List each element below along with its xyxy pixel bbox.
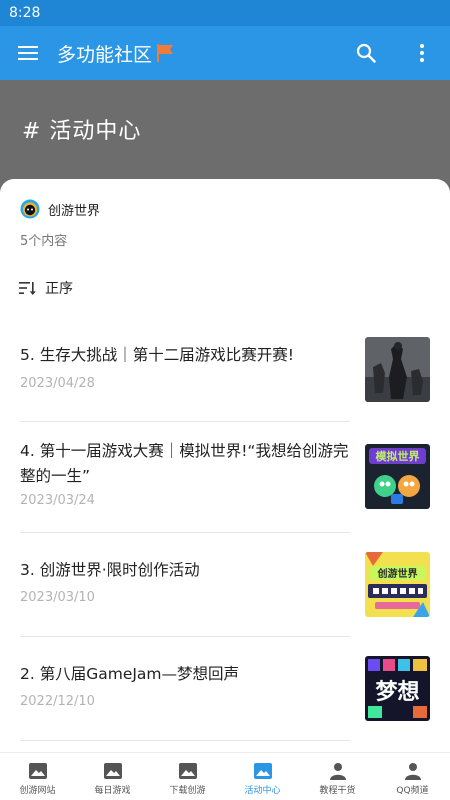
- nav-label: 活动中心: [244, 786, 281, 796]
- article-title: 4. 第十一届游戏大赛｜模拟世界!“我想给创游完整的一生”: [20, 442, 349, 485]
- flag-icon: [156, 43, 174, 63]
- menu-button[interactable]: [0, 26, 56, 80]
- divider: [20, 421, 350, 422]
- nav-label: QQ频道: [396, 786, 429, 796]
- article-title: 3. 创游世界·限时创作活动: [20, 561, 200, 579]
- sort-label: 正序: [45, 281, 73, 297]
- article-thumbnail: 模拟世界: [365, 444, 430, 509]
- banner-title: # 活动中心: [22, 119, 142, 144]
- thumb-text: 创游世界: [377, 567, 418, 580]
- content-sheet: 创游世界 5个内容 正序 5. 生存大挑战｜第十二届游戏比赛开赛! 2023/0…: [0, 179, 450, 800]
- source-name: 创游世界: [48, 203, 101, 219]
- thumb-text: 梦想: [375, 679, 419, 705]
- nav-label: 下载创游: [169, 786, 206, 796]
- search-button[interactable]: [338, 26, 394, 80]
- article-title: 2. 第八届GameJam—梦想回声: [20, 665, 240, 683]
- nav-item-website[interactable]: 创游网站: [0, 753, 75, 800]
- image-icon: [253, 763, 272, 779]
- menu-icon: [18, 46, 38, 60]
- nav-item-daily-games[interactable]: 每日游戏: [75, 753, 150, 800]
- article-date: 2023/04/28: [20, 376, 95, 391]
- bottom-nav: 创游网站 每日游戏 下载创游 活动中心 教程干货 QQ频道: [0, 752, 450, 800]
- article-thumbnail: [365, 337, 430, 402]
- image-icon: [103, 763, 122, 779]
- thumb-text: 模拟世界: [376, 449, 420, 463]
- nav-label: 创游网站: [19, 786, 56, 796]
- image-icon: [28, 763, 47, 779]
- article-title: 5. 生存大挑战｜第十二届游戏比赛开赛!: [20, 346, 294, 364]
- article-thumbnail: 创游世界: [365, 552, 430, 617]
- person-icon: [329, 763, 346, 780]
- article-thumbnail: 梦想: [365, 656, 430, 721]
- search-icon: [356, 43, 376, 63]
- sort-toggle[interactable]: 正序: [18, 278, 73, 298]
- sort-icon: [19, 282, 36, 295]
- image-icon: [178, 763, 197, 779]
- person-icon: [404, 763, 421, 780]
- more-vert-icon: [419, 43, 425, 63]
- status-bar: 8:28: [0, 0, 450, 26]
- divider: [20, 740, 350, 741]
- more-button[interactable]: [394, 26, 450, 80]
- source-logo-icon: [20, 199, 40, 219]
- article-date: 2023/03/24: [20, 493, 95, 508]
- nav-item-qq-channel[interactable]: QQ频道: [375, 753, 450, 800]
- nav-item-download[interactable]: 下载创游: [150, 753, 225, 800]
- content-count: 5个内容: [20, 234, 68, 249]
- app-title-text: 多功能社区: [57, 43, 153, 66]
- status-time: 8:28: [9, 5, 41, 21]
- nav-label: 教程干货: [319, 786, 356, 796]
- article-date: 2023/03/10: [20, 590, 95, 605]
- divider: [20, 532, 350, 533]
- source-row[interactable]: 创游世界: [20, 199, 100, 219]
- article-date: 2022/12/10: [20, 694, 95, 709]
- app-title: 多功能社区: [57, 40, 174, 67]
- divider: [20, 636, 350, 637]
- nav-item-activity-center[interactable]: 活动中心: [225, 753, 300, 800]
- nav-label: 每日游戏: [94, 786, 131, 796]
- nav-item-tutorials[interactable]: 教程干货: [300, 753, 375, 800]
- app-bar: 多功能社区: [0, 26, 450, 80]
